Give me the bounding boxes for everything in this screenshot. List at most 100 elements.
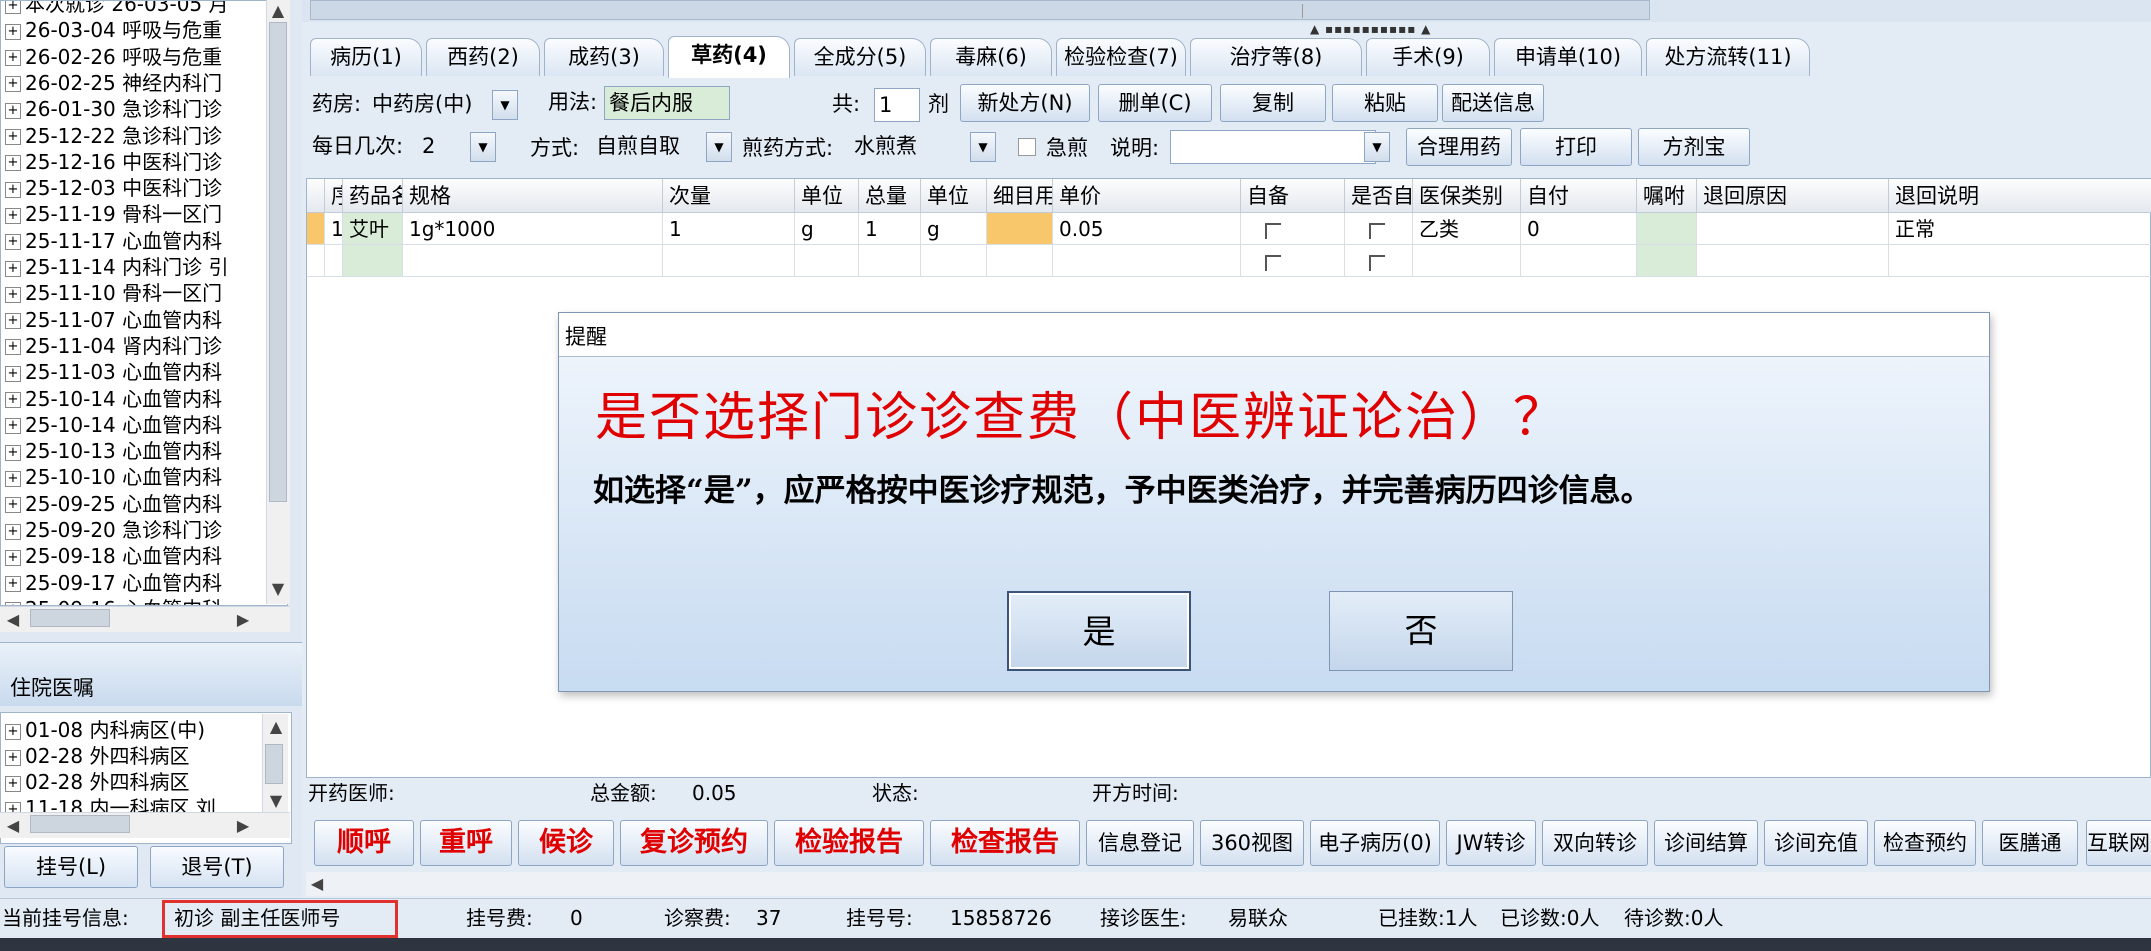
expand-icon[interactable]: +: [5, 181, 21, 198]
info-register-button[interactable]: 信息登记: [1086, 820, 1194, 866]
tree-item[interactable]: +25-11-17 心血管内科: [5, 228, 222, 254]
scrollbar-thumb[interactable]: [30, 609, 110, 627]
expand-icon[interactable]: +: [5, 749, 21, 766]
expand-icon[interactable]: +: [5, 234, 21, 251]
expand-icon[interactable]: +: [5, 76, 21, 93]
grid-cell-empty[interactable]: [921, 245, 987, 277]
column-header[interactable]: 单位: [795, 179, 859, 213]
tree-item[interactable]: +25-10-10 心血管内科: [5, 464, 222, 490]
scroll-right-icon[interactable]: ▶: [232, 815, 254, 837]
grid-cell[interactable]: 0.05: [1053, 213, 1241, 245]
inpatient-item[interactable]: +02-28 外四科病区: [5, 743, 189, 769]
expand-icon[interactable]: +: [5, 50, 21, 67]
expand-icon[interactable]: +: [5, 523, 21, 540]
column-header[interactable]: 自备: [1241, 179, 1345, 213]
emr-button[interactable]: 电子病历(0): [1310, 820, 1440, 866]
expand-icon[interactable]: +: [5, 286, 21, 303]
column-header[interactable]: 单位: [921, 179, 987, 213]
outpatient-tree-vscroll[interactable]: ▲ ▼: [266, 0, 290, 604]
tree-item[interactable]: +25-11-14 内科门诊 引: [5, 254, 229, 280]
chevron-down-icon[interactable]: ▼: [470, 132, 496, 162]
tree-item[interactable]: +25-11-10 骨科一区门: [5, 280, 222, 306]
expand-icon[interactable]: +: [5, 365, 21, 382]
copy-button[interactable]: 复制: [1220, 84, 1326, 122]
grid-cell-empty[interactable]: [343, 245, 403, 277]
column-header[interactable]: 自付: [1521, 179, 1637, 213]
grid-cell[interactable]: 艾叶: [343, 213, 403, 245]
tab-7[interactable]: 检验检查(7): [1056, 38, 1186, 76]
scroll-up-icon[interactable]: ▲: [265, 716, 287, 738]
expand-icon[interactable]: +: [5, 155, 21, 172]
chevron-down-icon[interactable]: ▼: [1364, 132, 1390, 162]
tab-3[interactable]: 成药(3): [544, 38, 664, 76]
delete-prescription-button[interactable]: 删单(C): [1098, 84, 1212, 122]
top-hscroll[interactable]: [302, 0, 2151, 22]
outpatient-tree-hscroll[interactable]: ◀ ▶: [0, 606, 290, 632]
expand-icon[interactable]: +: [5, 576, 21, 593]
inpatient-tree-vscroll[interactable]: ▲ ▼: [262, 714, 288, 814]
note-select[interactable]: [1170, 130, 1376, 164]
decoct-method-select[interactable]: 水煎煮: [850, 130, 970, 164]
grid-cell-empty[interactable]: [795, 245, 859, 277]
tree-item[interactable]: +25-09-18 心血管内科: [5, 543, 222, 569]
urgent-decoct-checkbox[interactable]: [1018, 138, 1036, 156]
grid-cell[interactable]: g: [921, 213, 987, 245]
grid-cell[interactable]: 乙类: [1413, 213, 1521, 245]
scrollbar-thumb[interactable]: [310, 0, 1650, 20]
grid-cell[interactable]: 0: [1521, 213, 1637, 245]
main-hscroll[interactable]: ◀: [306, 872, 2151, 896]
grid-cell[interactable]: g: [795, 213, 859, 245]
method-select[interactable]: 自煎自取: [592, 130, 706, 164]
grid-cell[interactable]: [987, 213, 1053, 245]
tree-item[interactable]: +25-11-19 骨科一区门: [5, 201, 222, 227]
print-button[interactable]: 打印: [1520, 128, 1632, 166]
internet-query-button[interactable]: 互联网查询: [2086, 820, 2151, 866]
tree-item[interactable]: +26-02-26 呼吸与危重: [5, 44, 222, 70]
expand-icon[interactable]: +: [5, 444, 21, 461]
expand-icon[interactable]: +: [5, 418, 21, 435]
column-header[interactable]: 医保类别: [1413, 179, 1521, 213]
expand-icon[interactable]: +: [5, 723, 21, 740]
lab-report-button[interactable]: 检验报告: [774, 820, 924, 866]
inpatient-tree-hscroll[interactable]: ◀ ▶: [0, 812, 290, 838]
chevron-down-icon[interactable]: ▼: [706, 132, 732, 162]
exam-booking-button[interactable]: 检查预约: [1874, 820, 1976, 866]
checkbox[interactable]: [1369, 222, 1385, 239]
two-way-referral-button[interactable]: 双向转诊: [1542, 820, 1648, 866]
column-header[interactable]: 退回原因: [1697, 179, 1889, 213]
unregister-button[interactable]: 退号(T): [150, 846, 284, 888]
tab-11[interactable]: 处方流转(11): [1646, 38, 1810, 76]
inpatient-item[interactable]: +01-08 内科病区(中): [5, 717, 205, 743]
call-next-button[interactable]: 顺呼: [314, 820, 414, 866]
grid-cell-empty[interactable]: [1241, 245, 1345, 277]
diet-service-button[interactable]: 医膳通: [1982, 820, 2078, 866]
scroll-up-icon[interactable]: ▲: [267, 0, 289, 22]
grid-cell-empty[interactable]: [1053, 245, 1241, 277]
daily-times-select[interactable]: 2: [418, 130, 468, 164]
grid-cell-empty[interactable]: [663, 245, 795, 277]
column-header[interactable]: 药品名称: [343, 179, 403, 213]
checkbox[interactable]: [1369, 254, 1385, 271]
scroll-left-icon[interactable]: ◀: [306, 873, 328, 895]
grid-cell-empty[interactable]: [1637, 245, 1697, 277]
scroll-left-icon[interactable]: ◀: [2, 609, 24, 631]
total-doses-input[interactable]: 1: [874, 88, 920, 122]
rational-drug-use-button[interactable]: 合理用药: [1406, 128, 1512, 166]
grid-cell-empty[interactable]: [1345, 245, 1413, 277]
grid-cell[interactable]: [1345, 213, 1413, 245]
outpatient-history-tree[interactable]: + 本次就诊 26-03-05 月 +26-03-04 呼吸与危重 +26-02-26…: [0, 0, 288, 606]
tree-item[interactable]: +25-09-17 心血管内科: [5, 570, 222, 596]
grid-cell-empty[interactable]: [987, 245, 1053, 277]
column-header[interactable]: 总量: [859, 179, 921, 213]
tree-item[interactable]: +26-01-30 急诊科门诊: [5, 96, 222, 122]
tree-item[interactable]: +25-09-25 心血管内科: [5, 491, 222, 517]
column-header[interactable]: 是否自费: [1345, 179, 1413, 213]
tab-2[interactable]: 西药(2): [426, 38, 540, 76]
tree-item[interactable]: +25-11-03 心血管内科: [5, 359, 222, 385]
scroll-left-icon[interactable]: ◀: [2, 815, 24, 837]
usage-input[interactable]: 餐后内服: [604, 86, 730, 120]
grid-cell-empty[interactable]: [1521, 245, 1637, 277]
expand-icon[interactable]: +: [5, 392, 21, 408]
expand-icon[interactable]: +: [5, 339, 21, 356]
grid-cell[interactable]: 1: [663, 213, 795, 245]
